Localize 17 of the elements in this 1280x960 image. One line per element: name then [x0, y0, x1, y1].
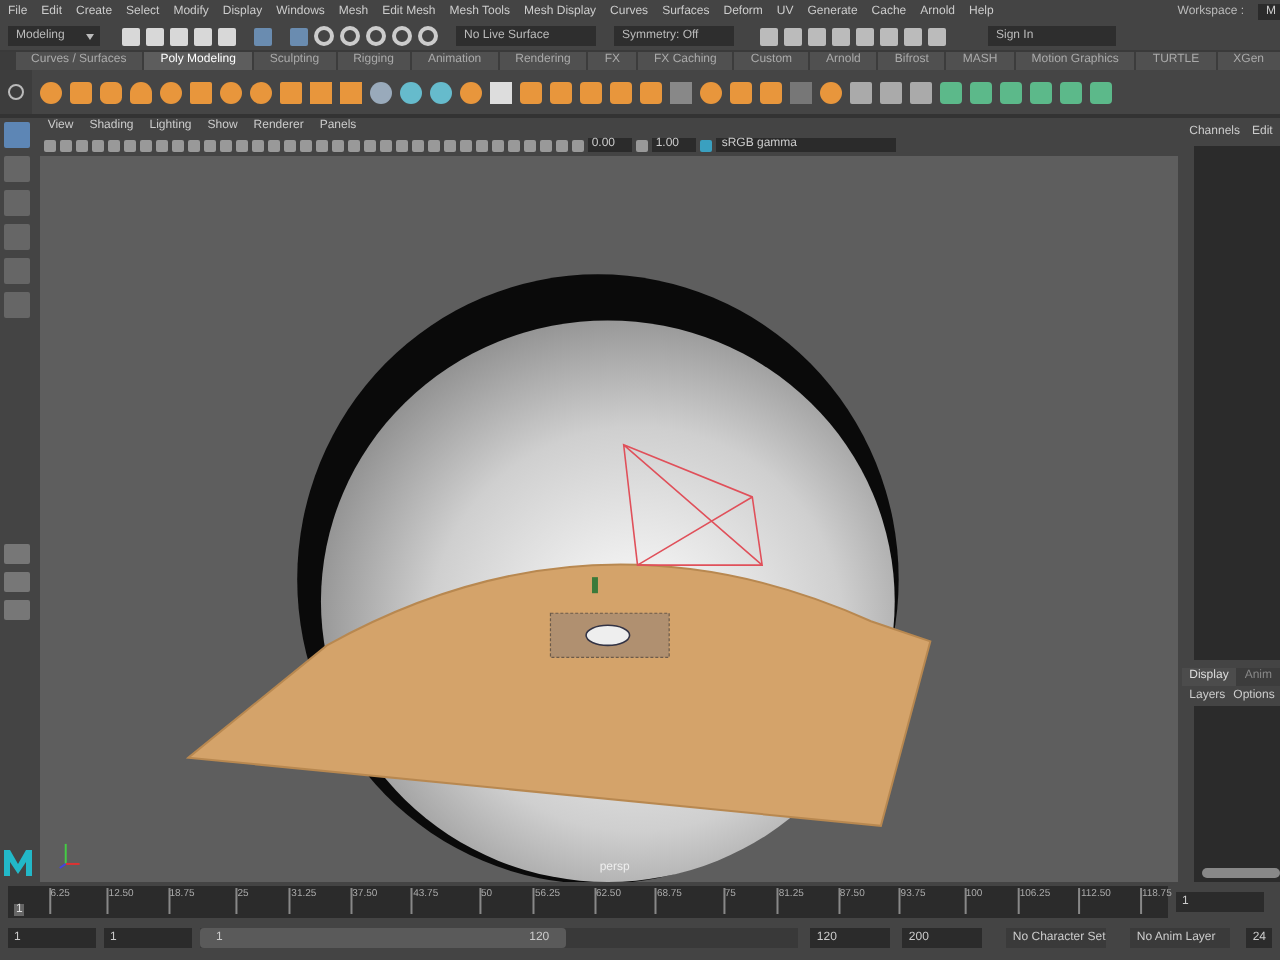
square-icon[interactable]	[670, 81, 692, 103]
square-icon[interactable]	[310, 81, 332, 103]
plate-drawing	[549, 612, 670, 658]
axis-indicator-icon	[58, 842, 81, 869]
sphere-icon[interactable]	[220, 81, 242, 103]
light-wireframe	[622, 444, 763, 566]
sphere-icon[interactable]	[820, 81, 842, 103]
square-icon[interactable]	[790, 81, 812, 103]
sphere-icon[interactable]	[700, 81, 722, 103]
square-icon[interactable]	[340, 81, 362, 103]
caret-icon	[86, 34, 94, 40]
sphere-icon[interactable]	[40, 81, 62, 103]
disc-icon[interactable]	[460, 81, 482, 103]
logo-icon	[1, 846, 34, 878]
small-object-icon	[591, 577, 598, 594]
sphere-icon[interactable]	[250, 81, 272, 103]
scrollbar[interactable]	[1201, 868, 1280, 878]
